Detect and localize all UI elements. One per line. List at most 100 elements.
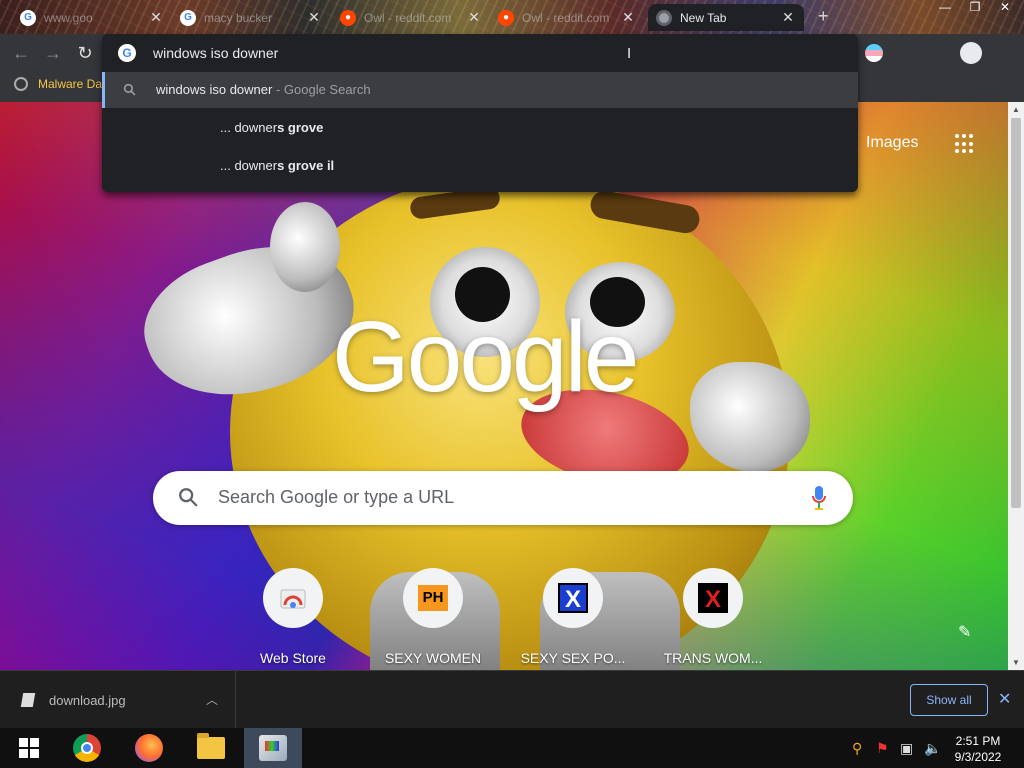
search-tray-icon[interactable]: ⚲ <box>852 740 862 757</box>
download-item[interactable]: download.jpg ︿ <box>0 671 236 729</box>
scroll-down-icon[interactable]: ▼ <box>1012 658 1020 667</box>
windows-logo-icon <box>19 738 39 758</box>
minimize-icon[interactable]: — <box>930 0 960 18</box>
search-placeholder: Search Google or type a URL <box>218 487 455 507</box>
tab-reddit-2[interactable]: ● Owl - reddit.com ✕ <box>490 4 644 31</box>
reddit-favicon-icon: ● <box>340 9 356 26</box>
tab-reddit-1[interactable]: ● Owl - reddit.com ✕ <box>332 4 490 31</box>
folder-icon <box>197 733 225 759</box>
shortcut-sexy-women[interactable]: PH SEXY WOMEN <box>373 568 493 668</box>
suggestion-downers-grove-il[interactable]: ... downers grove il <box>102 148 858 184</box>
suggestion-query: windows iso downer <box>156 82 273 97</box>
globe-icon <box>14 77 28 91</box>
download-filename: download.jpg <box>49 693 126 708</box>
google-g-icon: G <box>118 44 136 62</box>
search-icon <box>179 488 198 507</box>
shortcut-trans-wom[interactable]: X TRANS WOM... <box>653 568 773 668</box>
microphone-icon[interactable] <box>811 485 827 511</box>
close-tab-icon[interactable]: ✕ <box>466 9 482 26</box>
close-window-icon[interactable]: ✕ <box>990 0 1020 18</box>
new-tab-plus-icon[interactable]: + <box>818 6 829 27</box>
x-dark-icon: X <box>683 568 743 628</box>
google-apps-icon[interactable] <box>955 134 975 154</box>
restore-icon[interactable]: ❐ <box>960 0 990 18</box>
chevron-up-icon[interactable]: ︿ <box>206 691 218 708</box>
reddit-favicon-icon: ● <box>498 9 514 26</box>
tab-google-1[interactable]: G www.goo ✕ <box>12 4 172 31</box>
chrome-favicon-icon <box>656 9 672 26</box>
shortcut-web-store[interactable]: Web Store <box>233 568 353 668</box>
chrome-icon <box>73 734 101 762</box>
ph-icon: PH <box>403 568 463 628</box>
forward-arrow-icon[interactable]: → <box>42 42 64 64</box>
ph-icon-text: PH <box>418 585 448 611</box>
system-clock[interactable]: 2:51 PM 9/3/2022 <box>944 733 1012 765</box>
extension-flag-icon[interactable] <box>865 44 883 62</box>
shortcut-sexy-sex-po[interactable]: X SEXY SEX PO... <box>513 568 633 668</box>
suggestion-prefix: ... downer <box>220 120 278 135</box>
scrollbar-thumb[interactable] <box>1011 118 1021 508</box>
close-tab-icon[interactable]: ✕ <box>306 9 322 26</box>
firefox-icon <box>135 734 163 762</box>
customize-pencil-icon[interactable]: ✎ <box>958 622 971 642</box>
show-all-button[interactable]: Show all <box>910 684 988 716</box>
google-logo: Google <box>332 301 639 413</box>
address-bar-input[interactable]: windows iso downer <box>153 45 278 61</box>
shortcut-label: SEXY SEX PO... <box>520 650 626 666</box>
tab-title: www.goo <box>44 10 93 25</box>
volume-icon[interactable]: 🔈 <box>924 740 941 757</box>
reload-icon[interactable]: ↻ <box>74 42 96 64</box>
tab-title: macy bucker <box>204 10 273 25</box>
suggestion-text: windows iso downer - Google Search <box>156 82 371 97</box>
close-tab-icon[interactable]: ✕ <box>148 9 164 26</box>
file-icon <box>20 693 36 707</box>
paint-icon <box>259 735 287 761</box>
images-link[interactable]: Images <box>866 134 918 152</box>
taskbar-firefox[interactable] <box>120 728 178 768</box>
download-bar: download.jpg ︿ Show all ✕ <box>0 670 1024 729</box>
suggestion-search[interactable]: windows iso downer - Google Search <box>102 72 858 108</box>
chrome-web-store-icon <box>263 568 323 628</box>
x-dark-icon-text: X <box>698 583 728 613</box>
search-box[interactable]: Search Google or type a URL <box>153 471 853 525</box>
address-bar[interactable]: G windows iso downer I <box>102 34 858 72</box>
shortcut-label: TRANS WOM... <box>663 650 763 666</box>
tab-new-tab[interactable]: New Tab ✕ <box>648 4 804 31</box>
tab-google-2[interactable]: G macy bucker ✕ <box>172 4 330 31</box>
tab-title: Owl - reddit.com <box>522 10 610 25</box>
scroll-up-icon[interactable]: ▲ <box>1012 105 1020 114</box>
suggestion-downers-grove[interactable]: ... downers grove <box>102 110 858 146</box>
text-cursor-icon: I <box>627 45 632 62</box>
x-icon-text: X <box>558 583 588 613</box>
suggestion-bold: s grove il <box>277 158 335 173</box>
close-download-bar-icon[interactable]: ✕ <box>998 689 1011 709</box>
clock-date: 9/3/2022 <box>954 750 1002 764</box>
back-arrow-icon[interactable]: ← <box>10 42 32 64</box>
close-tab-icon[interactable]: ✕ <box>620 9 636 26</box>
close-tab-icon[interactable]: ✕ <box>780 9 796 26</box>
x-icon: X <box>543 568 603 628</box>
windows-taskbar: ⚲ ⚑ ▣ 🔈 2:51 PM 9/3/2022 <box>0 728 1024 768</box>
suggestion-suffix: - Google Search <box>272 82 371 97</box>
bookmark-malware[interactable]: Malware Da <box>14 77 102 91</box>
taskbar-file-explorer[interactable] <box>182 728 240 768</box>
page-scrollbar[interactable]: ▲ ▼ <box>1008 102 1024 670</box>
profile-avatar-icon[interactable] <box>960 42 982 64</box>
suggestion-text: ... downers grove <box>220 120 323 135</box>
suggestion-prefix: ... downer <box>220 158 278 173</box>
theme-glove-thumb <box>270 202 340 292</box>
network-icon[interactable]: ▣ <box>900 740 913 757</box>
screen: G www.goo ✕ G macy bucker ✕ ● Owl - redd… <box>0 0 1024 768</box>
tab-strip: G www.goo ✕ G macy bucker ✕ ● Owl - redd… <box>0 0 1024 34</box>
google-favicon-icon: G <box>20 9 36 26</box>
taskbar-chrome[interactable] <box>58 728 116 768</box>
taskbar-paint[interactable] <box>244 728 302 768</box>
suggestion-text: ... downers grove il <box>220 158 334 173</box>
omnibox-dropdown: G windows iso downer I windows iso downe… <box>102 34 858 192</box>
tab-title: New Tab <box>680 10 727 25</box>
google-favicon-icon: G <box>180 9 196 26</box>
shortcut-label: Web Store <box>260 650 326 666</box>
start-button[interactable] <box>0 728 58 768</box>
suggestion-bold: s grove <box>277 120 324 135</box>
action-center-flag-icon[interactable]: ⚑ <box>876 740 889 757</box>
